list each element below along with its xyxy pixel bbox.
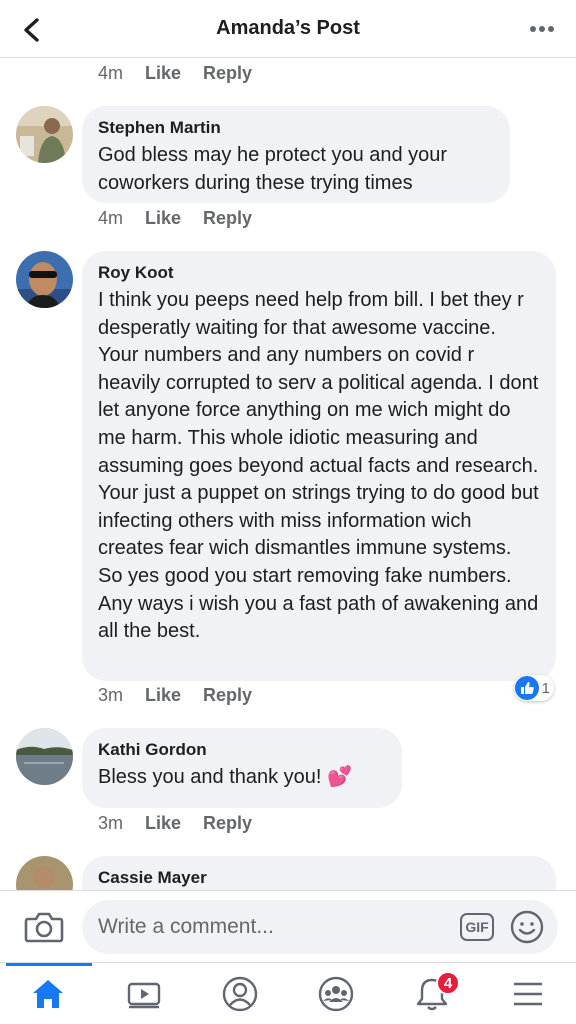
- comment-author[interactable]: Stephen Martin: [98, 118, 494, 138]
- tab-notifications[interactable]: 4: [384, 963, 480, 1024]
- tab-menu[interactable]: [480, 963, 576, 1024]
- tab-home[interactable]: [0, 963, 96, 1024]
- video-icon: [127, 982, 161, 1009]
- reply-link[interactable]: Reply: [203, 813, 252, 834]
- comment-author[interactable]: Kathi Gordon: [98, 740, 386, 760]
- like-link[interactable]: Like: [145, 813, 181, 834]
- tab-video[interactable]: [96, 963, 192, 1024]
- avatar[interactable]: [16, 728, 73, 785]
- like-link[interactable]: Like: [145, 208, 181, 229]
- tab-groups[interactable]: [288, 963, 384, 1024]
- more-icon: [530, 26, 554, 32]
- tab-profile[interactable]: [192, 963, 288, 1024]
- reply-link[interactable]: Reply: [203, 685, 252, 706]
- comment-text: Bless you and thank you! 💕: [98, 766, 352, 788]
- groups-icon: [318, 976, 354, 1012]
- camera-button[interactable]: [24, 909, 64, 945]
- home-icon: [33, 980, 63, 1008]
- comment-text: I think you peeps need help from bill. I…: [98, 289, 539, 643]
- like-link[interactable]: Like: [145, 685, 181, 706]
- comment-time: 3m: [98, 685, 124, 705]
- smiley-icon: [510, 910, 544, 944]
- comment-composer: GIF: [0, 890, 576, 962]
- more-options-button[interactable]: [524, 14, 560, 44]
- comment-bubble: Kathi Gordon Bless you and thank you! 💕: [82, 728, 402, 808]
- comment-input[interactable]: [98, 900, 438, 954]
- reply-link[interactable]: Reply: [203, 63, 252, 84]
- comment-bubble: Stephen Martin God bless may he protect …: [82, 106, 510, 203]
- comment-input-container: GIF: [82, 900, 558, 954]
- reaction-count-badge[interactable]: 1: [513, 675, 554, 701]
- like-link[interactable]: Like: [145, 63, 181, 84]
- bottom-tab-bar: 4: [0, 962, 576, 1024]
- comments-feed[interactable]: 4m Like Reply Stephen Martin God bless m…: [0, 58, 576, 890]
- reply-link[interactable]: Reply: [203, 208, 252, 229]
- notifications-badge: 4: [436, 971, 460, 995]
- avatar[interactable]: [16, 251, 73, 308]
- comment-meta: 4m Like Reply: [98, 63, 252, 84]
- comment-time: 3m: [98, 813, 124, 833]
- reaction-count: 1: [541, 679, 550, 697]
- comment-bubble: Cassie Mayer: [82, 856, 556, 890]
- comment-time: 4m: [98, 63, 124, 83]
- like-reaction-icon: [514, 676, 539, 700]
- comment-author[interactable]: Roy Koot: [98, 263, 540, 283]
- camera-icon: [24, 912, 64, 943]
- avatar[interactable]: [16, 856, 73, 890]
- top-nav-bar: Amanda’s Post: [0, 0, 576, 58]
- avatar[interactable]: [16, 106, 73, 163]
- comment-author[interactable]: Cassie Mayer: [98, 868, 540, 888]
- gif-button[interactable]: GIF: [460, 913, 494, 941]
- comment-meta: 3m Like Reply: [98, 685, 252, 706]
- comment-text: God bless may he protect you and your co…: [98, 144, 448, 194]
- comment-time: 4m: [98, 208, 124, 228]
- comment-bubble: Roy Koot I think you peeps need help fro…: [82, 251, 556, 681]
- profile-icon: [222, 976, 258, 1012]
- comment-meta: 3m Like Reply: [98, 813, 252, 834]
- comment-meta: 4m Like Reply: [98, 208, 252, 229]
- page-title: Amanda’s Post: [216, 17, 360, 39]
- emoji-button[interactable]: [510, 910, 544, 944]
- menu-icon: [514, 982, 542, 1006]
